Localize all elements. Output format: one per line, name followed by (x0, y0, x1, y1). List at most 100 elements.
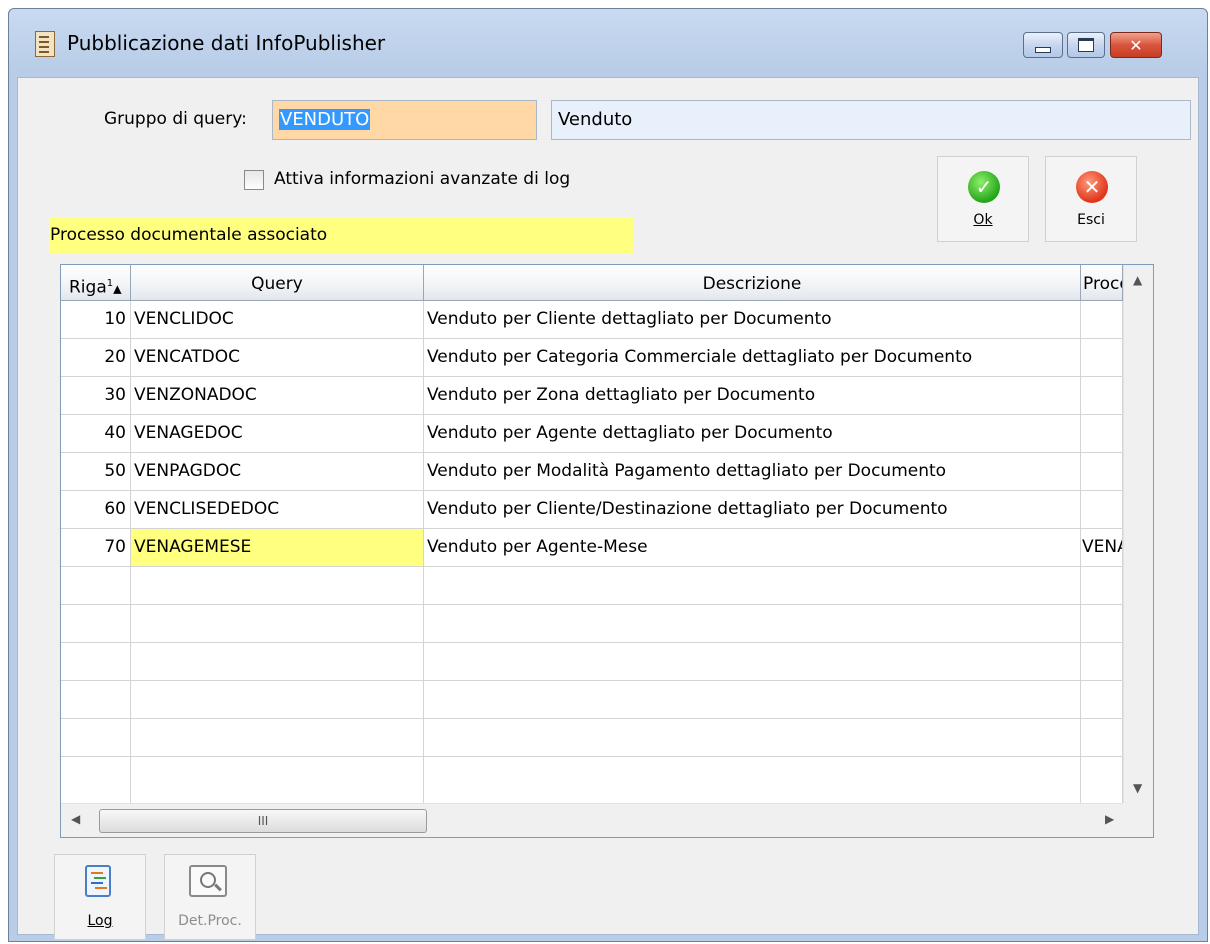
horizontal-scroll-thumb[interactable]: III (99, 809, 427, 833)
cell-processo[interactable] (1081, 415, 1123, 452)
cell-query[interactable]: VENCLISEDEDOC (131, 491, 424, 528)
cell-processo[interactable] (1081, 491, 1123, 528)
dialog-body: Gruppo di query: VENDUTO Venduto Attiva … (17, 77, 1199, 940)
ok-button[interactable]: ✓ Ok (937, 156, 1029, 242)
column-header-processo[interactable]: Proces (1081, 265, 1123, 301)
close-icon: ✕ (1129, 35, 1143, 55)
cell-processo[interactable] (1081, 453, 1123, 490)
sort-ascending-icon: ▲ (113, 282, 122, 296)
table-row[interactable]: 40 VENAGEDOC Venduto per Agente dettagli… (61, 415, 1123, 453)
cell-empty (131, 681, 424, 718)
cell-descrizione[interactable]: Venduto per Modalità Pagamento dettaglia… (424, 453, 1081, 490)
cell-descrizione[interactable]: Venduto per Cliente/Destinazione dettagl… (424, 491, 1081, 528)
cell-processo[interactable]: VENA( (1081, 529, 1123, 566)
scroll-left-icon[interactable]: ◀ (71, 812, 80, 826)
cell-empty (61, 719, 131, 756)
scroll-up-icon[interactable]: ▲ (1133, 273, 1142, 287)
cell-empty (131, 567, 424, 604)
cell-descrizione[interactable]: Venduto per Zona dettagliato per Documen… (424, 377, 1081, 414)
det-proc-button[interactable]: Det.Proc. (164, 854, 256, 940)
magnifier-icon (189, 865, 227, 897)
scrollbar-corner (1123, 803, 1153, 837)
cell-riga: 20 (61, 339, 131, 376)
det-proc-label: Det.Proc. (178, 913, 242, 929)
empty-row[interactable] (61, 605, 1123, 643)
table-row[interactable]: 10 VENCLIDOC Venduto per Cliente dettagl… (61, 301, 1123, 339)
cell-riga: 10 (61, 301, 131, 338)
group-code-value: VENDUTO (279, 109, 371, 130)
cancel-x-icon: ✕ (1076, 171, 1108, 203)
cell-query[interactable]: VENZONADOC (131, 377, 424, 414)
table-row[interactable]: 60 VENCLISEDEDOC Venduto per Cliente/Des… (61, 491, 1123, 529)
cell-descrizione[interactable]: Venduto per Cliente dettagliato per Docu… (424, 301, 1081, 338)
ok-label: Ok (973, 212, 993, 228)
advanced-log-checkbox[interactable] (244, 170, 264, 190)
cell-empty (1081, 567, 1123, 604)
column-header-riga-label: Riga (69, 277, 107, 298)
esci-label: Esci (1077, 212, 1105, 228)
cell-empty (424, 757, 1081, 803)
cell-descrizione[interactable]: Venduto per Agente dettagliato per Docum… (424, 415, 1081, 452)
column-header-descrizione[interactable]: Descrizione (424, 265, 1081, 301)
empty-row[interactable] (61, 567, 1123, 605)
advanced-log-label[interactable]: Attiva informazioni avanzate di log (274, 169, 570, 189)
maximize-icon (1078, 38, 1094, 52)
table-row[interactable]: 30 VENZONADOC Venduto per Zona dettaglia… (61, 377, 1123, 415)
cell-empty (1081, 757, 1123, 803)
cell-empty (61, 567, 131, 604)
group-label: Gruppo di query: (104, 109, 247, 129)
cell-riga: 50 (61, 453, 131, 490)
group-description-field: Venduto (551, 100, 1191, 140)
horizontal-scrollbar[interactable]: ◀ III ▶ (61, 803, 1123, 837)
cell-empty (131, 757, 424, 803)
cell-empty (61, 643, 131, 680)
column-header-riga[interactable]: Riga1▲ (61, 265, 131, 301)
dialog-window: Pubblicazione dati InfoPublisher ✕ Grupp… (8, 8, 1208, 942)
cell-processo[interactable] (1081, 339, 1123, 376)
window-title: Pubblicazione dati InfoPublisher (67, 31, 386, 55)
cell-empty (61, 757, 131, 803)
process-document-label: Processo documentale associato (50, 218, 633, 254)
scroll-down-icon[interactable]: ▼ (1133, 781, 1142, 795)
cell-empty (1081, 719, 1123, 756)
cell-query[interactable]: VENCLIDOC (131, 301, 424, 338)
title-bar[interactable]: Pubblicazione dati InfoPublisher ✕ (9, 9, 1207, 75)
check-icon: ✓ (968, 171, 1000, 203)
column-header-query[interactable]: Query (131, 265, 424, 301)
cell-query[interactable]: VENAGEDOC (131, 415, 424, 452)
maximize-button[interactable] (1067, 32, 1105, 58)
esci-button[interactable]: ✕ Esci (1045, 156, 1137, 242)
table-row-selected[interactable]: 70 VENAGEMESE Venduto per Agente-Mese VE… (61, 529, 1123, 567)
vertical-scrollbar[interactable]: ▲ ▼ (1123, 265, 1153, 803)
empty-row[interactable] (61, 757, 1123, 803)
group-code-input[interactable]: VENDUTO (272, 100, 537, 140)
close-button[interactable]: ✕ (1110, 32, 1162, 58)
empty-row[interactable] (61, 681, 1123, 719)
table-row[interactable]: 50 VENPAGDOC Venduto per Modalità Pagame… (61, 453, 1123, 491)
cell-empty (61, 605, 131, 642)
cell-riga: 40 (61, 415, 131, 452)
app-document-icon (35, 31, 55, 57)
cell-query[interactable]: VENCATDOC (131, 339, 424, 376)
cell-empty (1081, 643, 1123, 680)
cell-query-active[interactable]: VENAGEMESE (131, 529, 424, 566)
cell-processo[interactable] (1081, 377, 1123, 414)
log-label: Log (87, 913, 113, 929)
minimize-button[interactable] (1023, 32, 1063, 58)
log-button[interactable]: Log (54, 854, 146, 940)
cell-riga: 60 (61, 491, 131, 528)
scroll-right-icon[interactable]: ▶ (1105, 812, 1114, 826)
minimize-icon (1035, 47, 1051, 53)
empty-row[interactable] (61, 719, 1123, 757)
cell-empty (424, 681, 1081, 718)
table-row[interactable]: 20 VENCATDOC Venduto per Categoria Comme… (61, 339, 1123, 377)
cell-descrizione[interactable]: Venduto per Categoria Commerciale dettag… (424, 339, 1081, 376)
cell-descrizione[interactable]: Venduto per Agente-Mese (424, 529, 1081, 566)
empty-row[interactable] (61, 643, 1123, 681)
cell-riga: 30 (61, 377, 131, 414)
cell-empty (131, 605, 424, 642)
cell-empty (61, 681, 131, 718)
query-grid[interactable]: Riga1▲ Query Descrizione Proces 10 VENCL… (60, 264, 1154, 838)
cell-query[interactable]: VENPAGDOC (131, 453, 424, 490)
cell-processo[interactable] (1081, 301, 1123, 338)
